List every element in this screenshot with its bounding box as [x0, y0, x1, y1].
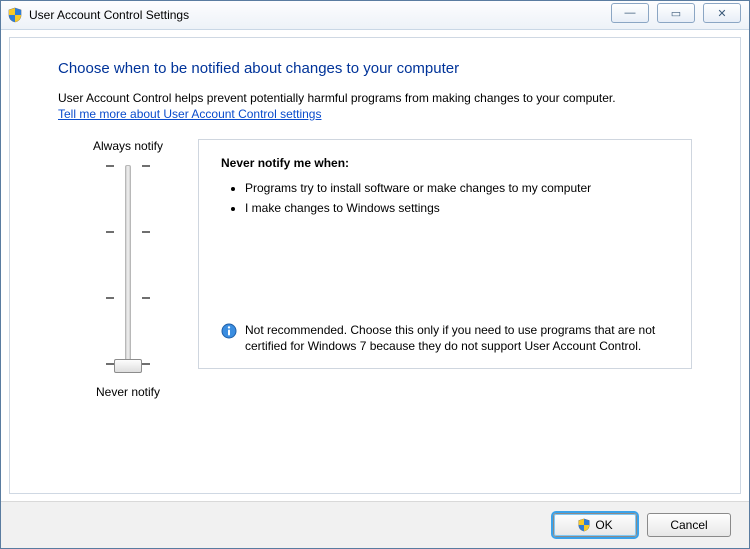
ok-button[interactable]: OK [553, 513, 637, 537]
cancel-button-label: Cancel [670, 518, 707, 532]
titlebar[interactable]: User Account Control Settings — ▭ ✕ [1, 1, 749, 30]
slider-tick [98, 165, 158, 167]
client-area: Choose when to be notified about changes… [9, 37, 741, 494]
list-item: I make changes to Windows settings [245, 200, 669, 216]
slider-tick [98, 297, 158, 299]
level-description-list: Programs try to install software or make… [227, 180, 669, 216]
recommendation-row: Not recommended. Choose this only if you… [221, 322, 669, 354]
maximize-button[interactable]: ▭ [657, 3, 695, 23]
recommendation-text: Not recommended. Choose this only if you… [245, 322, 669, 354]
slider-column: Always notify Never notify [58, 139, 198, 399]
info-icon [221, 323, 237, 339]
slider-top-label: Always notify [93, 139, 163, 153]
list-item: Programs try to install software or make… [245, 180, 669, 196]
intro-text: User Account Control helps prevent poten… [58, 91, 692, 105]
ok-button-label: OK [595, 518, 612, 532]
cancel-button[interactable]: Cancel [647, 513, 731, 537]
slider-rail [125, 165, 131, 373]
dialog-footer: OK Cancel [1, 501, 749, 548]
slider-bottom-label: Never notify [96, 385, 160, 399]
uac-shield-icon [7, 7, 23, 23]
close-button[interactable]: ✕ [703, 3, 741, 23]
uac-settings-window: User Account Control Settings — ▭ ✕ Choo… [0, 0, 750, 549]
slider-thumb[interactable] [114, 359, 142, 373]
slider-tick [98, 231, 158, 233]
uac-shield-icon [577, 518, 591, 532]
level-description-panel: Never notify me when: Programs try to in… [198, 139, 692, 369]
window-controls: — ▭ ✕ [611, 3, 741, 23]
slider-area: Always notify Never notify Never notify … [58, 139, 692, 399]
window-title: User Account Control Settings [29, 8, 189, 22]
help-link[interactable]: Tell me more about User Account Control … [58, 107, 321, 121]
uac-slider[interactable] [98, 159, 158, 379]
level-description-title: Never notify me when: [221, 156, 669, 170]
minimize-button[interactable]: — [611, 3, 649, 23]
page-heading: Choose when to be notified about changes… [58, 60, 692, 77]
